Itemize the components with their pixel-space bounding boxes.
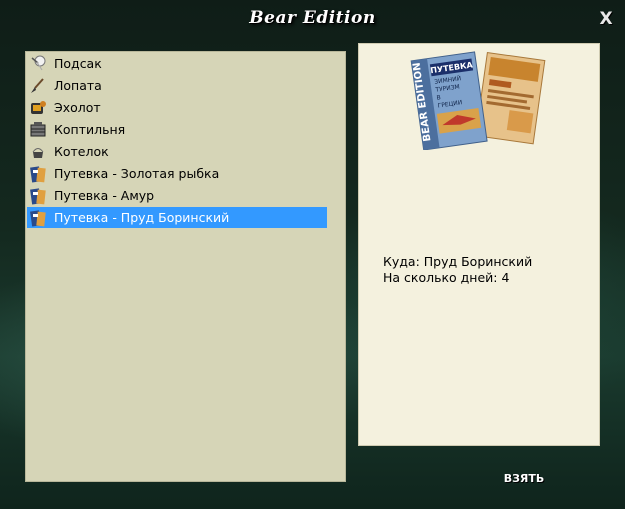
voucher-icon: [28, 208, 48, 228]
voucher-icon: [28, 186, 48, 206]
list-item-eholot[interactable]: Эхолот: [27, 97, 327, 118]
landing-net-icon: [28, 54, 48, 74]
detail-panel: BEAR EDITION ПУТЕВКА ЗИМНИЙ ТУРИЗМ В ГРЕ…: [358, 43, 600, 446]
list-item-label: Лопата: [54, 78, 102, 93]
list-item-lopata[interactable]: Лопата: [27, 75, 327, 96]
list-item-label: Коптильня: [54, 122, 126, 137]
item-list: Подсак Лопата Эхолот Коптильня Котелок П…: [25, 51, 346, 482]
list-item-label: Путевка - Пруд Боринский: [54, 210, 230, 225]
list-item-label: Путевка - Золотая рыбка: [54, 166, 220, 181]
list-item-putevka-prud-borinskiy[interactable]: Путевка - Пруд Боринский: [27, 207, 327, 228]
travel-brochure-image: BEAR EDITION ПУТЕВКА ЗИМНИЙ ТУРИЗМ В ГРЕ…: [410, 51, 546, 150]
window-title: Bear Edition: [249, 8, 376, 28]
list-item-putevka-amur[interactable]: Путевка - Амур: [27, 185, 327, 206]
shovel-icon: [28, 76, 48, 96]
detail-info: Куда: Пруд Боринский На сколько дней: 4: [383, 254, 532, 286]
close-button[interactable]: X: [597, 9, 615, 29]
kettle-icon: [28, 142, 48, 162]
smokehouse-icon: [28, 120, 48, 140]
take-button[interactable]: ВЗЯТЬ: [496, 470, 552, 488]
list-item-label: Котелок: [54, 144, 109, 159]
voucher-icon: [28, 164, 48, 184]
list-item-podsak[interactable]: Подсак: [27, 53, 327, 74]
list-item-label: Подсак: [54, 56, 102, 71]
days-text: На сколько дней: 4: [383, 270, 510, 285]
list-item-putevka-zolotaya-rybka[interactable]: Путевка - Золотая рыбка: [27, 163, 327, 184]
list-item-label: Путевка - Амур: [54, 188, 155, 203]
list-item-kotelok[interactable]: Котелок: [27, 141, 327, 162]
echo-sounder-icon: [28, 98, 48, 118]
list-item-label: Эхолот: [54, 100, 101, 115]
list-item-koptilnya[interactable]: Коптильня: [27, 119, 327, 140]
destination-text: Куда: Пруд Боринский: [383, 254, 533, 269]
